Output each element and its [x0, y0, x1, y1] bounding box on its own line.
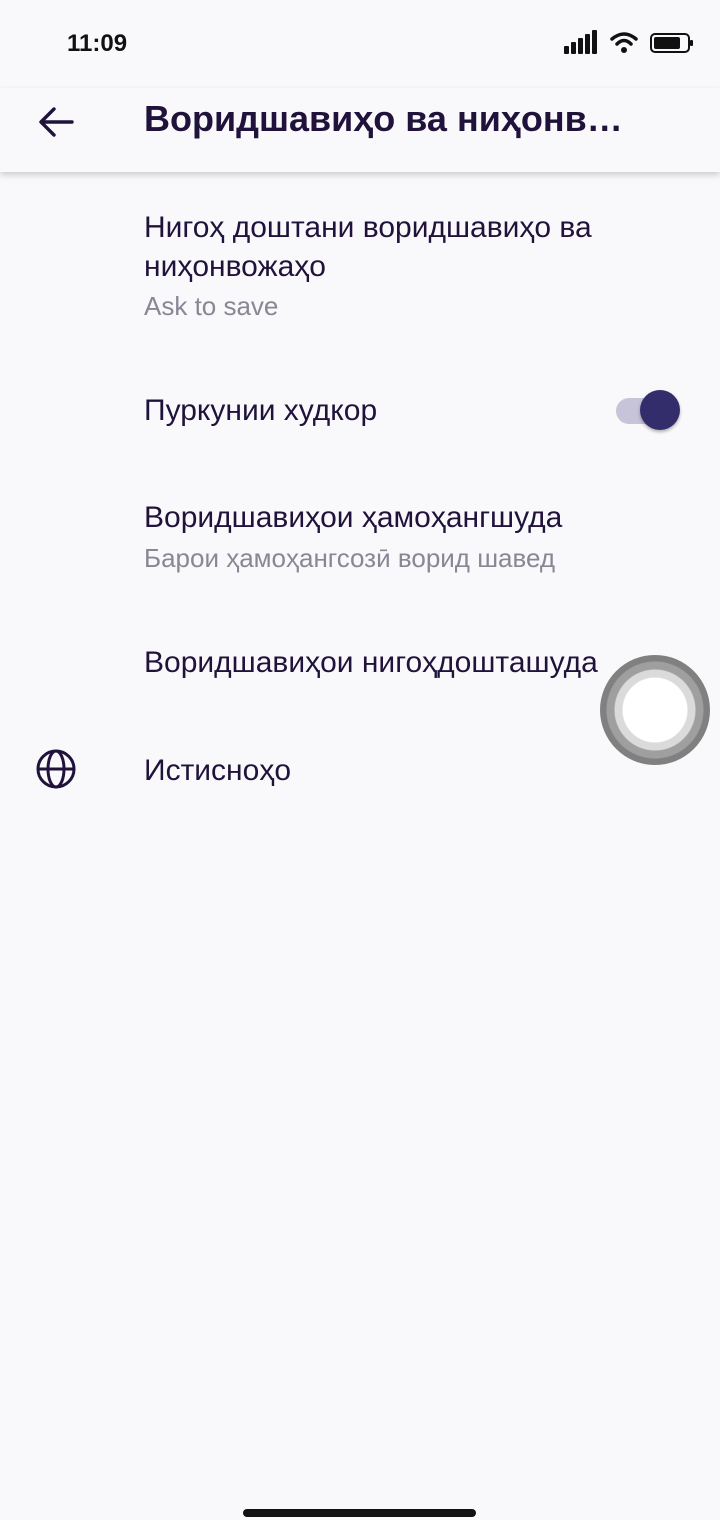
- exceptions-title: Истисноҳо: [144, 754, 291, 787]
- wifi-icon: [610, 31, 638, 60]
- signal-icon: [564, 29, 598, 61]
- status-time: 11:09: [67, 30, 128, 57]
- save-logins-summary: Ask to save: [144, 291, 279, 321]
- globe-icon: [34, 747, 78, 791]
- autofill-preference[interactable]: Пуркунии худкор: [0, 362, 720, 462]
- back-arrow-icon: [36, 102, 76, 147]
- synced-logins-title: Воридшавиҳои ҳамоҳангшуда: [144, 501, 563, 534]
- toggle-thumb: [640, 390, 680, 430]
- save-logins-title: Нигоҳ доштани воридшавиҳо ва ниҳонвожаҳо: [144, 211, 592, 283]
- page-title: Воридшавиҳо ва ниҳонв…: [144, 98, 623, 139]
- autofill-title: Пуркунии худкор: [144, 394, 378, 427]
- saved-logins-title: Воридшавиҳои нигоҳдошташуда: [144, 646, 598, 679]
- touch-indicator: [600, 655, 710, 765]
- home-indicator[interactable]: [243, 1509, 476, 1517]
- status-bar: 11:09: [0, 0, 720, 88]
- screen: 11:09 Воридшавиҳо ва ниҳонв… Нигоҳ дошта…: [0, 0, 720, 1520]
- synced-logins-preference[interactable]: Воридшавиҳои ҳамоҳангшуда Барои ҳамоҳанг…: [0, 482, 720, 592]
- save-logins-preference[interactable]: Нигоҳ доштани воридшавиҳо ва ниҳонвожаҳо…: [0, 172, 720, 342]
- battery-icon: [650, 32, 694, 59]
- synced-logins-summary: Барои ҳамоҳангсозӣ ворид шавед: [144, 543, 556, 573]
- back-button[interactable]: [28, 96, 84, 152]
- autofill-toggle[interactable]: [614, 388, 684, 432]
- status-icons: [564, 29, 694, 61]
- toolbar: Воридшавиҳо ва ниҳонв…: [0, 88, 720, 172]
